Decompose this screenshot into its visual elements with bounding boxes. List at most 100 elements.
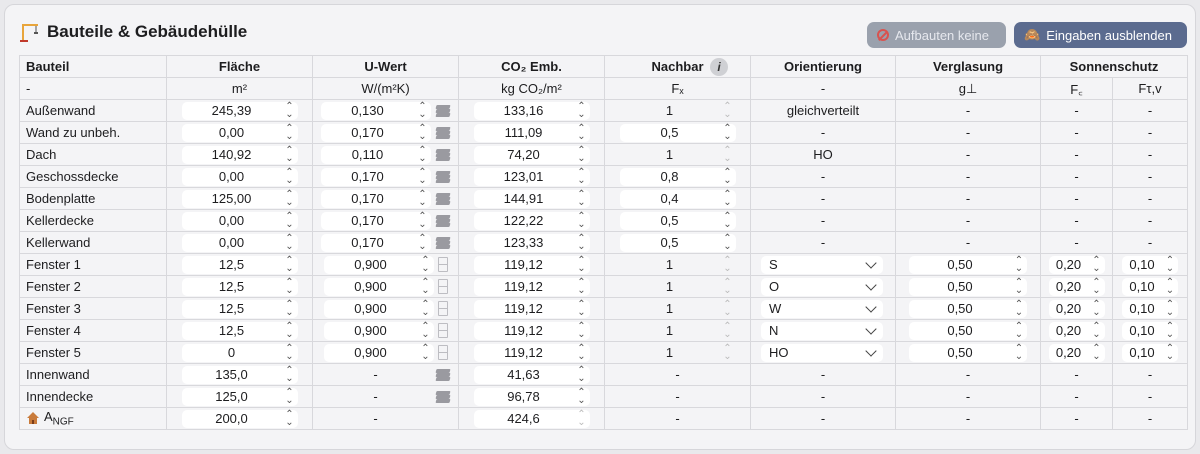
- co2-input[interactable]: 119,12 ⌃ ⌄: [473, 321, 590, 340]
- stepper-icon[interactable]: ⌃ ⌄: [1162, 255, 1178, 273]
- verglasung-input[interactable]: 0,50 ⌃ ⌄: [909, 299, 1027, 318]
- flaeche-input[interactable]: 12,5 ⌃ ⌄: [181, 255, 298, 274]
- eingaben-ausblenden-button[interactable]: 🙈 Eingaben ausblenden: [1014, 22, 1187, 48]
- verglasung-input[interactable]: 0,50 ⌃ ⌄: [909, 255, 1027, 274]
- stepper-icon[interactable]: ⌃ ⌄: [1162, 277, 1178, 295]
- stepper-icon[interactable]: ⌃ ⌄: [415, 101, 431, 119]
- stepper-icon[interactable]: ⌃ ⌄: [720, 211, 736, 229]
- stepper-icon[interactable]: ⌃ ⌄: [720, 167, 736, 185]
- layers-icon[interactable]: [434, 192, 451, 206]
- stepper-icon[interactable]: ⌃ ⌄: [574, 277, 590, 295]
- window-icon[interactable]: [437, 323, 448, 338]
- stepper-icon[interactable]: ⌃ ⌄: [574, 255, 590, 273]
- fc-input[interactable]: 0,20 ⌃ ⌄: [1048, 255, 1105, 274]
- nachbar-input[interactable]: 0,5 ⌃ ⌄: [619, 211, 736, 230]
- flaeche-input[interactable]: 200,0 ⌃ ⌄: [181, 409, 298, 428]
- fc-input[interactable]: 0,20 ⌃ ⌄: [1048, 277, 1105, 296]
- stepper-icon[interactable]: ⌃ ⌄: [574, 189, 590, 207]
- info-icon[interactable]: i: [710, 58, 728, 76]
- fc-input[interactable]: 0,20 ⌃ ⌄: [1048, 343, 1105, 362]
- window-icon[interactable]: [437, 345, 448, 360]
- stepper-icon[interactable]: ⌃ ⌄: [415, 123, 431, 141]
- stepper-icon[interactable]: ⌃ ⌄: [1162, 321, 1178, 339]
- stepper-icon[interactable]: ⌃ ⌄: [574, 211, 590, 229]
- ftv-input[interactable]: 0,10 ⌃ ⌄: [1122, 277, 1178, 296]
- uwert-input[interactable]: 0,110 ⌃ ⌄: [320, 145, 431, 164]
- stepper-icon[interactable]: ⌃ ⌄: [1089, 277, 1105, 295]
- flaeche-input[interactable]: 0,00 ⌃ ⌄: [181, 123, 298, 142]
- flaeche-input[interactable]: 125,00 ⌃ ⌄: [181, 189, 298, 208]
- stepper-icon[interactable]: ⌃ ⌄: [418, 343, 434, 361]
- stepper-icon[interactable]: ⌃ ⌄: [415, 211, 431, 229]
- stepper-icon[interactable]: ⌃ ⌄: [415, 233, 431, 251]
- uwert-input[interactable]: 0,900 ⌃ ⌄: [323, 255, 434, 274]
- stepper-icon[interactable]: ⌃ ⌄: [574, 299, 590, 317]
- fc-input[interactable]: 0,20 ⌃ ⌄: [1048, 321, 1105, 340]
- stepper-icon[interactable]: ⌃ ⌄: [282, 189, 298, 207]
- co2-input[interactable]: 424,6 ⌃ ⌄: [473, 409, 590, 428]
- stepper-icon[interactable]: ⌃ ⌄: [574, 123, 590, 141]
- co2-input[interactable]: 119,12 ⌃ ⌄: [473, 299, 590, 318]
- orientierung-select[interactable]: HO: [761, 343, 883, 362]
- stepper-icon[interactable]: ⌃ ⌄: [282, 343, 298, 361]
- orientierung-select[interactable]: O: [761, 277, 883, 296]
- aufbauten-button[interactable]: Aufbauten keine: [867, 22, 1006, 48]
- layers-icon[interactable]: [434, 170, 451, 184]
- flaeche-input[interactable]: 12,5 ⌃ ⌄: [181, 321, 298, 340]
- stepper-icon[interactable]: ⌃ ⌄: [574, 321, 590, 339]
- verglasung-input[interactable]: 0,50 ⌃ ⌄: [909, 277, 1027, 296]
- uwert-input[interactable]: 0,170 ⌃ ⌄: [320, 211, 431, 230]
- stepper-icon[interactable]: ⌃ ⌄: [574, 145, 590, 163]
- stepper-icon[interactable]: ⌃ ⌄: [282, 409, 298, 427]
- flaeche-input[interactable]: 12,5 ⌃ ⌄: [181, 277, 298, 296]
- stepper-icon[interactable]: ⌃ ⌄: [282, 321, 298, 339]
- stepper-icon[interactable]: ⌃ ⌄: [574, 387, 590, 405]
- flaeche-input[interactable]: 125,0 ⌃ ⌄: [181, 387, 298, 406]
- uwert-input[interactable]: 0,130 ⌃ ⌄: [320, 101, 431, 120]
- stepper-icon[interactable]: ⌃ ⌄: [574, 365, 590, 383]
- stepper-icon[interactable]: ⌃ ⌄: [418, 255, 434, 273]
- nachbar-input[interactable]: 1 ⌃ ⌄: [620, 277, 736, 296]
- fc-input[interactable]: 0,20 ⌃ ⌄: [1048, 299, 1105, 318]
- flaeche-input[interactable]: 140,92 ⌃ ⌄: [181, 145, 298, 164]
- flaeche-input[interactable]: 0,00 ⌃ ⌄: [181, 167, 298, 186]
- nachbar-input[interactable]: 1 ⌃ ⌄: [620, 299, 736, 318]
- orientierung-select[interactable]: W: [761, 299, 883, 318]
- nachbar-input[interactable]: 1 ⌃ ⌄: [620, 145, 736, 164]
- layers-icon[interactable]: [434, 390, 451, 404]
- stepper-icon[interactable]: ⌃ ⌄: [415, 189, 431, 207]
- nachbar-input[interactable]: 0,4 ⌃ ⌄: [619, 189, 736, 208]
- stepper-icon[interactable]: ⌃ ⌄: [720, 123, 736, 141]
- layers-icon[interactable]: [434, 236, 451, 250]
- stepper-icon[interactable]: ⌃ ⌄: [574, 233, 590, 251]
- flaeche-input[interactable]: 12,5 ⌃ ⌄: [181, 299, 298, 318]
- stepper-icon[interactable]: ⌃ ⌄: [1089, 299, 1105, 317]
- co2-input[interactable]: 119,12 ⌃ ⌄: [473, 255, 590, 274]
- stepper-icon[interactable]: ⌃ ⌄: [1162, 299, 1178, 317]
- stepper-icon[interactable]: ⌃ ⌄: [1011, 343, 1027, 361]
- stepper-icon[interactable]: ⌃ ⌄: [574, 409, 590, 427]
- nachbar-input[interactable]: 0,5 ⌃ ⌄: [619, 123, 736, 142]
- stepper-icon[interactable]: ⌃ ⌄: [1089, 321, 1105, 339]
- co2-input[interactable]: 41,63 ⌃ ⌄: [473, 365, 590, 384]
- stepper-icon[interactable]: ⌃ ⌄: [1162, 343, 1178, 361]
- stepper-icon[interactable]: ⌃ ⌄: [418, 321, 434, 339]
- stepper-icon[interactable]: ⌃ ⌄: [415, 145, 431, 163]
- co2-input[interactable]: 144,91 ⌃ ⌄: [473, 189, 590, 208]
- stepper-icon[interactable]: ⌃ ⌄: [282, 211, 298, 229]
- uwert-input[interactable]: 0,170 ⌃ ⌄: [320, 189, 431, 208]
- uwert-input[interactable]: 0,900 ⌃ ⌄: [323, 299, 434, 318]
- stepper-icon[interactable]: ⌃ ⌄: [1011, 299, 1027, 317]
- co2-input[interactable]: 111,09 ⌃ ⌄: [473, 123, 590, 142]
- nachbar-input[interactable]: 0,8 ⌃ ⌄: [619, 167, 736, 186]
- layers-icon[interactable]: [434, 214, 451, 228]
- layers-icon[interactable]: [434, 126, 451, 140]
- stepper-icon[interactable]: ⌃ ⌄: [1011, 255, 1027, 273]
- ftv-input[interactable]: 0,10 ⌃ ⌄: [1122, 255, 1178, 274]
- uwert-input[interactable]: 0,900 ⌃ ⌄: [323, 343, 434, 362]
- stepper-icon[interactable]: ⌃ ⌄: [418, 277, 434, 295]
- ftv-input[interactable]: 0,10 ⌃ ⌄: [1122, 299, 1178, 318]
- uwert-input[interactable]: 0,170 ⌃ ⌄: [320, 167, 431, 186]
- stepper-icon[interactable]: ⌃ ⌄: [415, 167, 431, 185]
- flaeche-input[interactable]: 245,39 ⌃ ⌄: [181, 101, 298, 120]
